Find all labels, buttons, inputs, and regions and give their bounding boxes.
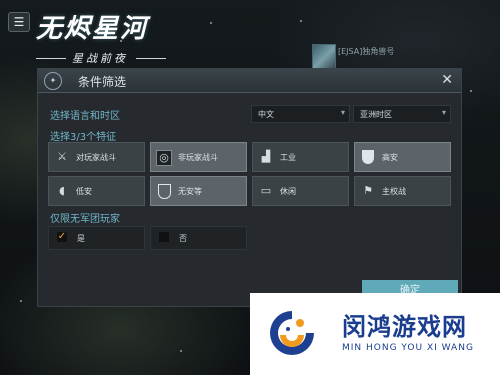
checkbox-empty	[159, 232, 169, 242]
language-select[interactable]: 中文 ▾	[251, 105, 350, 123]
divider	[136, 58, 166, 59]
game-title: 无烬星河	[36, 14, 149, 44]
dialog-title: 条件筛选	[78, 75, 127, 89]
star	[210, 22, 212, 24]
game-logo: 无烬星河 星战前夜	[36, 8, 166, 65]
feature-label: 对玩家战斗	[76, 153, 116, 162]
dialog-header: ✦ 条件筛选 ✕	[38, 69, 461, 93]
feature-pve[interactable]: ◎ 非玩家战斗	[150, 142, 247, 172]
option-label: 是	[77, 234, 85, 243]
feature-lowsec[interactable]: ◖ 低安	[48, 176, 145, 206]
timezone-select-value: 亚洲时区	[360, 110, 392, 119]
menu-button[interactable]: ☰	[8, 12, 30, 32]
shield-outline-icon	[158, 184, 171, 199]
star	[180, 350, 182, 352]
crossed-swords-icon: ⚔	[57, 150, 67, 163]
feature-casual[interactable]: ▭ 休闲	[252, 176, 349, 206]
chevron-down-icon: ▾	[340, 108, 345, 117]
checkmark-icon: ✓	[57, 231, 67, 242]
factory-icon: ▟	[261, 150, 271, 163]
site-name: 闵鸿游戏网	[342, 313, 467, 341]
feature-label: 主权战	[382, 187, 406, 196]
chevron-down-icon: ▾	[441, 108, 446, 117]
target-icon: ◎	[156, 150, 172, 166]
feature-label: 无安等	[178, 187, 202, 196]
legion-section-label: 仅限无军团玩家	[50, 214, 120, 225]
language-section-label: 选择语言和时区	[50, 111, 120, 122]
option-label: 否	[179, 234, 187, 243]
background-ship-item: [EJSA]独角兽号	[312, 44, 442, 72]
feature-label: 高安	[382, 153, 398, 162]
feature-section-label: 选择3/3个特征	[50, 132, 117, 143]
close-icon[interactable]: ✕	[441, 72, 453, 88]
star	[20, 300, 22, 302]
star	[470, 90, 472, 92]
feature-pvp[interactable]: ⚔ 对玩家战斗	[48, 142, 145, 172]
feature-highsec[interactable]: 高安	[354, 142, 451, 172]
feature-industry[interactable]: ▟ 工业	[252, 142, 349, 172]
divider	[36, 58, 66, 59]
menu-icon: ☰	[13, 15, 25, 29]
feature-label: 低安	[76, 187, 92, 196]
flag-icon: ⚑	[363, 184, 373, 197]
feature-label: 休闲	[280, 187, 296, 196]
option-no[interactable]: 否	[150, 226, 247, 250]
site-watermark: 闵鸿游戏网 MIN HONG YOU XI WANG	[250, 293, 500, 375]
chat-bubble-icon: ▭	[260, 184, 272, 197]
feature-nullsec[interactable]: 无安等	[150, 176, 247, 206]
ship-name: [EJSA]独角兽号	[338, 47, 395, 56]
feature-label: 非玩家战斗	[178, 153, 218, 162]
star	[300, 20, 302, 22]
shield-filled-icon	[362, 150, 374, 164]
shield-half-icon: ◖	[59, 184, 65, 197]
site-pinyin: MIN HONG YOU XI WANG	[342, 343, 474, 353]
feature-sovereignty[interactable]: ⚑ 主权战	[354, 176, 451, 206]
language-select-value: 中文	[258, 110, 274, 119]
faction-emblem-icon: ✦	[44, 72, 62, 90]
feature-label: 工业	[280, 153, 296, 162]
option-yes[interactable]: ✓ 是	[48, 226, 145, 250]
timezone-select[interactable]: 亚洲时区 ▾	[353, 105, 451, 123]
game-subtitle: 星战前夜	[72, 52, 128, 65]
site-logo-icon	[270, 311, 314, 355]
